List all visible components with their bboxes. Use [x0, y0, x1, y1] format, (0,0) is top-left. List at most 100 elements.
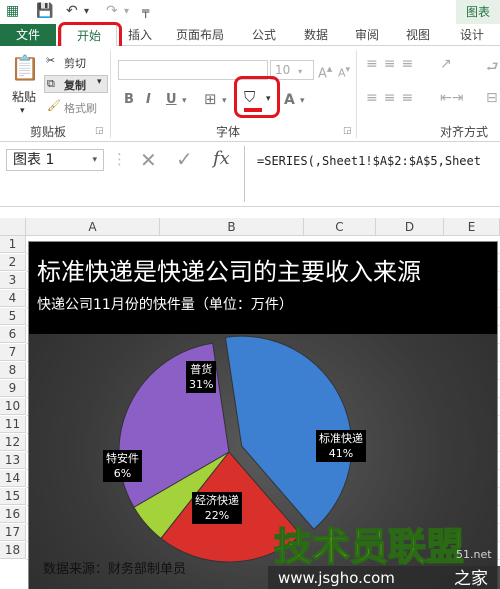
select-all-corner[interactable]: [0, 218, 26, 236]
decrease-font-icon[interactable]: A▾: [338, 64, 350, 80]
undo-icon[interactable]: ↶: [66, 3, 78, 19]
tab-page-layout[interactable]: 页面布局: [170, 24, 230, 46]
column-header-a[interactable]: A: [26, 218, 160, 236]
data-label-standard[interactable]: 标准快递 41%: [316, 430, 366, 462]
formula-bar: 图表 1 ▾ ⋮ ✕ ✓ fx =SERIES(,Sheet1!$A$2:$A$…: [0, 146, 500, 206]
row-header-15[interactable]: 15: [0, 488, 26, 505]
watermark-corner: 51.net: [456, 548, 492, 561]
watermark: 技术员联盟 51.net www.jsgho.com 之家: [268, 524, 500, 589]
row-header-16[interactable]: 16: [0, 506, 26, 523]
font-size-dropdown-icon: ▾: [298, 67, 303, 76]
tab-insert[interactable]: 插入: [122, 24, 158, 46]
undo-dropdown-icon[interactable]: ▾: [84, 6, 89, 17]
row-header-13[interactable]: 13: [0, 452, 26, 469]
increase-font-icon[interactable]: A▴: [318, 62, 332, 81]
data-label-standard-name: 标准快递: [319, 432, 363, 445]
row-header-8[interactable]: 8: [0, 362, 26, 379]
row-header-1[interactable]: 1: [0, 236, 26, 253]
column-headers: A B C D E: [0, 218, 500, 236]
row-header-5[interactable]: 5: [0, 308, 26, 325]
font-color-button[interactable]: A: [284, 92, 295, 108]
data-label-special[interactable]: 特安件 6%: [103, 450, 142, 482]
tab-design[interactable]: 设计: [452, 24, 492, 46]
copy-button[interactable]: 复制: [64, 77, 86, 93]
row-header-12[interactable]: 12: [0, 434, 26, 451]
name-box-value: 图表 1: [13, 152, 55, 168]
font-color-dropdown-icon[interactable]: ▾: [300, 96, 305, 106]
row-header-4[interactable]: 4: [0, 290, 26, 307]
font-group-label: 字体: [216, 125, 241, 139]
formula-input[interactable]: =SERIES(,Sheet1!$A$2:$A$5,Sheet: [244, 146, 500, 202]
column-header-e[interactable]: E: [444, 218, 500, 236]
excel-logo-icon: ▦: [6, 3, 20, 19]
copy-icon: ⧉: [47, 77, 55, 90]
paste-button[interactable]: 粘贴: [12, 88, 36, 105]
row-header-18[interactable]: 18: [0, 542, 26, 559]
cancel-icon[interactable]: ✕: [140, 148, 157, 172]
font-launcher-icon[interactable]: ◲: [343, 126, 352, 136]
chart-tools-header: 图表: [456, 0, 500, 24]
column-header-d[interactable]: D: [376, 218, 444, 236]
wrap-text-icon[interactable]: ⮐: [486, 56, 499, 80]
data-label-economy[interactable]: 经济快递 22%: [192, 492, 242, 524]
row-header-9[interactable]: 9: [0, 380, 26, 397]
copy-dropdown-icon[interactable]: ▾: [97, 77, 102, 87]
name-box[interactable]: 图表 1 ▾: [6, 149, 104, 171]
row-header-14[interactable]: 14: [0, 470, 26, 487]
row-header-3[interactable]: 3: [0, 272, 26, 289]
column-header-c[interactable]: C: [304, 218, 376, 236]
data-label-economy-value: 22%: [204, 509, 230, 522]
underline-dropdown-icon[interactable]: ▾: [182, 96, 187, 106]
row-header-7[interactable]: 7: [0, 344, 26, 361]
tab-data[interactable]: 数据: [298, 24, 334, 46]
cut-button[interactable]: 剪切: [64, 55, 86, 71]
align-top-icons[interactable]: ≡≡≡: [366, 56, 419, 72]
column-header-b[interactable]: B: [160, 218, 304, 236]
row-header-2[interactable]: 2: [0, 254, 26, 271]
chart-source-note[interactable]: 数据来源：财务部制单员: [43, 558, 186, 577]
cut-icon[interactable]: ✂: [46, 54, 55, 67]
data-label-special-value: 6%: [113, 467, 132, 480]
tab-view[interactable]: 视图: [400, 24, 436, 46]
format-painter-icon[interactable]: 🖌: [47, 99, 61, 112]
format-painter-button[interactable]: 格式刷: [64, 100, 97, 116]
alignment-group-label: 对齐方式: [440, 125, 489, 139]
name-box-dropdown-icon: ▾: [92, 155, 97, 165]
more-options-icon: ⋮: [112, 150, 127, 168]
redo-icon[interactable]: ↷: [106, 3, 118, 19]
redo-dropdown-icon[interactable]: ▾: [124, 6, 129, 17]
insert-function-icon[interactable]: fx: [213, 148, 230, 169]
data-label-standard-value: 41%: [328, 447, 354, 460]
tab-file[interactable]: 文件: [0, 24, 56, 46]
paste-icon[interactable]: 📋: [10, 54, 40, 82]
indent-icons[interactable]: ⇤⇥: [440, 90, 463, 106]
watermark-brand: 技术员联盟: [274, 525, 464, 569]
formula-bar-border: [0, 206, 500, 218]
watermark-url: www.jsgho.com: [278, 569, 395, 587]
borders-dropdown-icon[interactable]: ▾: [222, 96, 227, 106]
data-label-economy-name: 经济快递: [195, 494, 239, 507]
clipboard-launcher-icon[interactable]: ◲: [95, 126, 104, 136]
data-label-general[interactable]: 普货 31%: [186, 361, 217, 393]
align-horizontal-icons[interactable]: ≡≡≡: [366, 90, 419, 106]
row-header-11[interactable]: 11: [0, 416, 26, 433]
title-bar: ▦ 💾 ↶ ▾ ↷ ▾ ╤ 图表: [0, 0, 500, 24]
data-label-special-name: 特安件: [106, 452, 139, 465]
borders-icon[interactable]: ⊞: [204, 90, 217, 108]
merge-icon[interactable]: ⊟: [486, 90, 498, 106]
tab-formulas[interactable]: 公式: [246, 24, 282, 46]
row-header-17[interactable]: 17: [0, 524, 26, 541]
enter-icon[interactable]: ✓: [176, 147, 193, 171]
data-label-general-name: 普货: [190, 363, 213, 376]
ribbon-separator: [110, 50, 111, 138]
row-header-6[interactable]: 6: [0, 326, 26, 343]
underline-button[interactable]: U: [166, 92, 177, 107]
bold-button[interactable]: B: [124, 92, 134, 107]
orientation-icon[interactable]: ↗: [440, 56, 452, 72]
save-icon[interactable]: 💾: [36, 3, 53, 19]
tab-review[interactable]: 审阅: [349, 24, 385, 46]
italic-button[interactable]: I: [146, 92, 151, 107]
paste-dropdown-icon[interactable]: ▾: [20, 106, 25, 116]
customize-qat-icon[interactable]: ╤: [142, 4, 149, 18]
row-header-10[interactable]: 10: [0, 398, 26, 415]
